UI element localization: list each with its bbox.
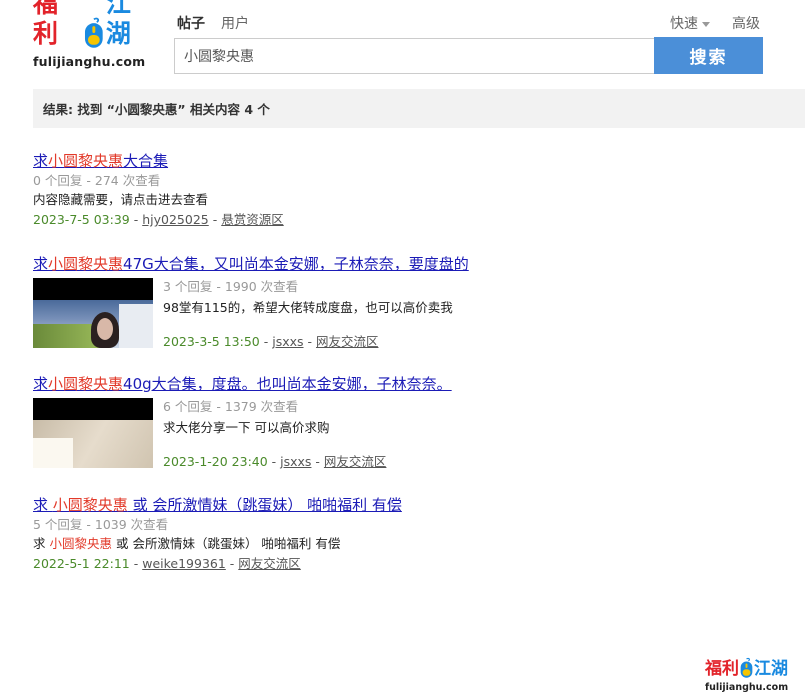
result-thumbnail[interactable] (33, 398, 153, 468)
logo-wordmark: 福利 江湖 (33, 0, 155, 49)
title-text: 或 会所激情妹（跳蛋妹） 啪啪福利 有偿 (127, 496, 402, 514)
separator: - (129, 556, 143, 571)
mouse-icon (740, 657, 753, 678)
logo-text-right: 江湖 (105, 0, 131, 48)
author-link[interactable]: hjy025025 (142, 212, 209, 227)
result-title-link[interactable]: 求小圆黎央惠大合集 (33, 151, 168, 171)
result-footer: 2023-1-20 23:40 - jsxxs - 网友交流区 (163, 453, 773, 471)
site-logo[interactable]: 福利 江湖 fulijianghu.com (33, 0, 155, 73)
separator: - (311, 454, 324, 469)
title-text: 求 (33, 375, 49, 393)
result-stats: 5 个回复 - 1039 次查看 (33, 517, 169, 532)
search-button[interactable]: 搜索 (654, 37, 763, 74)
result-footer: 2023-3-5 13:50 - jsxxs - 网友交流区 (163, 333, 773, 351)
quick-label: 快速 (670, 16, 698, 32)
chevron-down-icon (702, 21, 710, 27)
forum-link[interactable]: 悬赏资源区 (221, 212, 284, 227)
separator: - (303, 334, 316, 349)
result-info: 6 个回复 - 1379 次查看 求大佬分享一下 可以高价求购 2023-1-2… (163, 398, 773, 471)
result-summary-text: 结果: 找到 “小圆黎央惠” 相关内容 4 个 (43, 102, 270, 117)
forum-link[interactable]: 网友交流区 (238, 556, 301, 571)
post-date: 2023-3-5 13:50 (163, 334, 260, 349)
result-item: 求小圆黎央惠47G大合集，又叫尚本金安娜，子林奈奈，要度盘的 3 个回复 - 1… (33, 254, 773, 351)
separator: - (208, 212, 222, 227)
search-input[interactable] (174, 38, 655, 74)
result-summary-bar: 结果: 找到 “小圆黎央惠” 相关内容 4 个 (33, 89, 805, 128)
title-text: 40g大合集，度盘。也叫尚本金安娜，子林奈奈。 (123, 375, 452, 393)
separator: - (225, 556, 239, 571)
post-date: 2023-1-20 23:40 (163, 454, 268, 469)
result-snippet: 求大佬分享一下 可以高价求购 (163, 419, 773, 437)
title-text: 47G大合集，又叫尚本金安娜，子林奈奈，要度盘的 (123, 255, 469, 273)
logo-url: fulijianghu.com (33, 54, 146, 69)
title-highlight: 小圆黎央惠 (48, 152, 124, 170)
result-item: 求 小圆黎央惠 或 会所激情妹（跳蛋妹） 啪啪福利 有偿 5 个回复 - 103… (33, 495, 773, 573)
result-body: 3 个回复 - 1990 次查看 98堂有115的，希望大佬转成度盘，也可以高价… (33, 278, 773, 351)
separator: - (259, 334, 273, 349)
tab-users[interactable]: 用户 (221, 13, 249, 33)
snippet-text: 98堂有115的，希望大佬转成度盘，也可以高价卖我 (163, 300, 453, 315)
result-footer: 2023-7-5 03:39 - hjy025025 - 悬赏资源区 (33, 211, 773, 229)
result-stats: 0 个回复 - 274 次查看 (33, 173, 161, 188)
result-snippet: 98堂有115的，希望大佬转成度盘，也可以高价卖我 (163, 299, 773, 317)
snippet-text: 内容隐藏需要，请点击进去查看 (33, 192, 209, 207)
result-item: 求小圆黎央惠40g大合集，度盘。也叫尚本金安娜，子林奈奈。 6 个回复 - 13… (33, 374, 773, 471)
watermark-logo: 福利 江湖 fulijianghu.com (705, 657, 789, 693)
forum-link[interactable]: 网友交流区 (324, 454, 387, 469)
snippet-text: 求大佬分享一下 可以高价求购 (163, 420, 330, 435)
author-link[interactable]: jsxxs (272, 334, 303, 349)
title-text: 求 (33, 152, 49, 170)
title-text: 求 (33, 255, 49, 273)
snippet-text: 求 (33, 536, 50, 551)
post-date: 2022-5-1 22:11 (33, 556, 130, 571)
snippet-text: 或 会所激情妹（跳蛋妹） 啪啪福利 有偿 (112, 536, 341, 551)
title-highlight: 小圆黎央惠 (52, 496, 128, 514)
search-type-tabs: 帖子 用户 (177, 13, 249, 33)
result-body: 6 个回复 - 1379 次查看 求大佬分享一下 可以高价求购 2023-1-2… (33, 398, 773, 471)
result-snippet: 求 小圆黎央惠 或 会所激情妹（跳蛋妹） 啪啪福利 有偿 (33, 535, 773, 553)
title-highlight: 小圆黎央惠 (48, 375, 124, 393)
result-item: 求小圆黎央惠大合集 0 个回复 - 274 次查看 内容隐藏需要，请点击进去查看… (33, 151, 773, 229)
separator: - (267, 454, 281, 469)
result-footer: 2022-5-1 22:11 - weike199361 - 网友交流区 (33, 555, 773, 573)
logo-text-left: 福利 (33, 0, 59, 48)
result-title-link[interactable]: 求 小圆黎央惠 或 会所激情妹（跳蛋妹） 啪啪福利 有偿 (33, 495, 402, 515)
result-snippet: 内容隐藏需要，请点击进去查看 (33, 191, 773, 209)
post-date: 2023-7-5 03:39 (33, 212, 130, 227)
title-highlight: 小圆黎央惠 (48, 255, 124, 273)
forum-link[interactable]: 网友交流区 (316, 334, 379, 349)
title-text: 求 (33, 496, 53, 514)
result-title-link[interactable]: 求小圆黎央惠40g大合集，度盘。也叫尚本金安娜，子林奈奈。 (33, 374, 452, 394)
quick-dropdown[interactable]: 快速 (670, 13, 710, 33)
result-stats: 6 个回复 - 1379 次查看 (163, 399, 299, 414)
result-thumbnail[interactable] (33, 278, 153, 348)
author-link[interactable]: jsxxs (280, 454, 311, 469)
result-info: 3 个回复 - 1990 次查看 98堂有115的，希望大佬转成度盘，也可以高价… (163, 278, 773, 351)
result-stats: 3 个回复 - 1990 次查看 (163, 279, 299, 294)
tab-posts[interactable]: 帖子 (177, 13, 205, 33)
title-text: 大合集 (123, 152, 169, 170)
advanced-search-link[interactable]: 高级 (732, 13, 760, 33)
author-link[interactable]: weike199361 (142, 556, 226, 571)
result-title-link[interactable]: 求小圆黎央惠47G大合集，又叫尚本金安娜，子林奈奈，要度盘的 (33, 254, 469, 274)
separator: - (129, 212, 143, 227)
snippet-highlight: 小圆黎央惠 (49, 536, 112, 551)
mouse-icon (85, 17, 103, 48)
